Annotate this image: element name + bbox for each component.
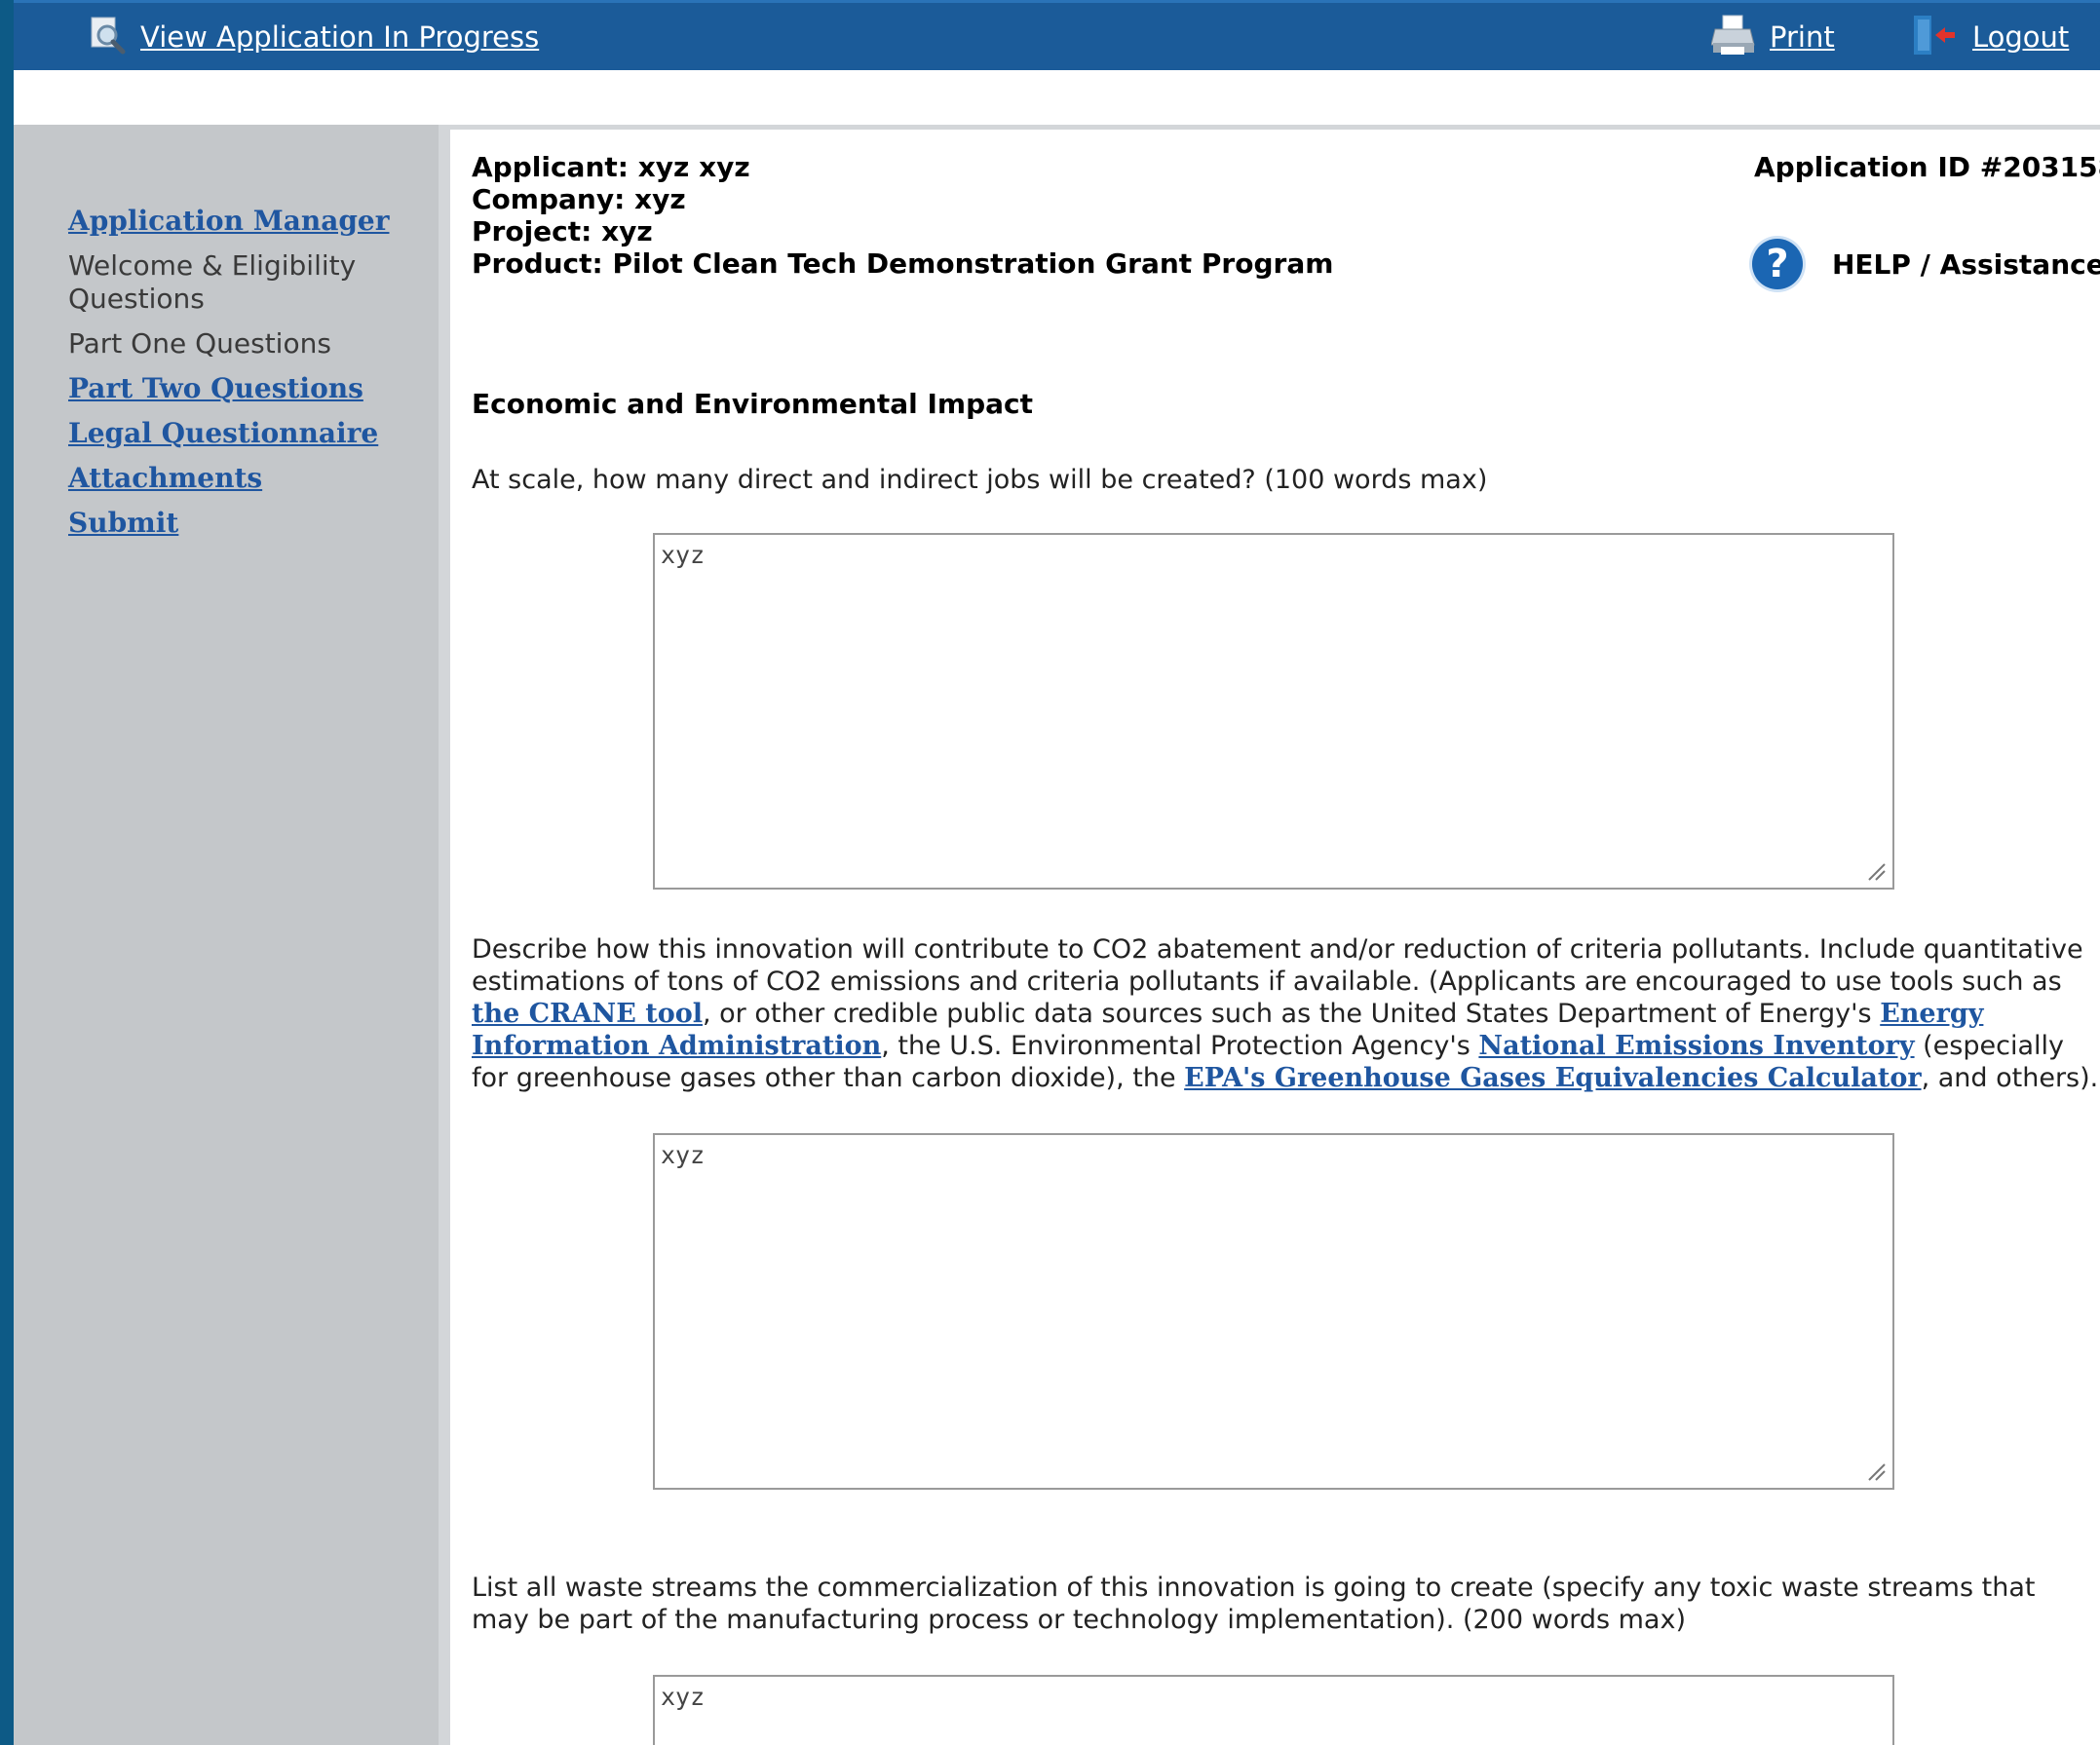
sidebar-item-label[interactable]: Submit — [68, 507, 178, 539]
question-jobs: At scale, how many direct and indirect j… — [472, 465, 1488, 495]
application-meta: Applicant: xyz xyz Company: xyz Project:… — [472, 151, 1333, 280]
top-toolbar: View Application In Progress Print Logou… — [14, 0, 2100, 70]
sidebar: Application Manager Welcome & Eligibility… — [14, 125, 450, 1745]
sidebar-item-part-two-questions[interactable]: Part Two Questions — [68, 372, 419, 405]
help-label: HELP / Assistance — [1832, 247, 2100, 281]
question-co2: Describe how this innovation will contri… — [472, 933, 2099, 1094]
resize-grip-icon[interactable] — [1863, 1459, 1887, 1482]
product-label: Product: Pilot Clean Tech Demonstration … — [472, 247, 1334, 280]
sidebar-item-legal-questionnaire[interactable]: Legal Questionnaire — [68, 417, 419, 450]
view-application-link[interactable]: View Application In Progress — [140, 20, 539, 54]
company-label: Company: xyz — [472, 183, 686, 215]
answer-waste-textarea[interactable]: xyz — [653, 1675, 1894, 1745]
printer-icon — [1710, 14, 1756, 60]
answer-co2-textarea[interactable]: xyz — [653, 1133, 1894, 1490]
logout-item[interactable]: Logout — [1912, 14, 2069, 60]
epa-ghg-calculator-link[interactable]: EPA's Greenhouse Gases Equivalencies Cal… — [1184, 1063, 1921, 1093]
page: View Application In Progress Print Logou… — [14, 0, 2100, 1745]
sidebar-item-label: Part One Questions — [68, 327, 331, 360]
sidebar-item-label[interactable]: Legal Questionnaire — [68, 417, 378, 449]
view-application-item[interactable]: View Application In Progress — [88, 17, 539, 57]
sidebar-item-part-one-questions: Part One Questions — [68, 327, 419, 360]
logout-link[interactable]: Logout — [1972, 20, 2069, 54]
answer-waste-value: xyz — [661, 1683, 706, 1711]
question-co2-text-1: Describe how this innovation will contri… — [472, 934, 2083, 997]
question-waste: List all waste streams the commercializa… — [472, 1573, 2036, 1635]
answer-jobs-value: xyz — [661, 541, 706, 569]
sidebar-item-label[interactable]: Application Manager — [68, 205, 389, 237]
application-id: Application ID #203158 — [1754, 151, 2100, 183]
print-item[interactable]: Print — [1710, 14, 1835, 60]
crane-tool-link[interactable]: the CRANE tool — [472, 999, 703, 1029]
section-title: Economic and Environmental Impact — [472, 388, 1033, 420]
sidebar-item-label: Welcome & Eligibility Questions — [68, 249, 357, 315]
sidebar-item-attachments[interactable]: Attachments — [68, 462, 419, 495]
logout-arrow-icon — [1912, 14, 1959, 60]
magnifier-document-icon — [88, 16, 127, 58]
sidebar-item-label[interactable]: Attachments — [68, 462, 262, 494]
answer-jobs-textarea[interactable]: xyz — [653, 533, 1894, 890]
sidebar-nav: Application Manager Welcome & Eligibility… — [68, 205, 419, 551]
print-link[interactable]: Print — [1770, 20, 1835, 54]
question-co2-text-3: , the U.S. Environmental Protection Agen… — [881, 1031, 1479, 1061]
question-co2-text-5: , and others). — [1921, 1063, 2099, 1093]
question-mark-icon[interactable]: ? — [1752, 239, 1803, 289]
main-content: Applicant: xyz xyz Company: xyz Project:… — [450, 125, 2100, 1745]
applicant-label: Applicant: xyz xyz — [472, 151, 750, 183]
sidebar-item-label[interactable]: Part Two Questions — [68, 372, 363, 404]
resize-grip-icon[interactable] — [1863, 858, 1887, 882]
sidebar-item-submit[interactable]: Submit — [68, 507, 419, 540]
sidebar-item-application-manager[interactable]: Application Manager — [68, 205, 419, 238]
national-emissions-inventory-link[interactable]: National Emissions Inventory — [1478, 1031, 1914, 1061]
sidebar-item-welcome-eligibility-questions: Welcome & Eligibility Questions — [68, 249, 419, 316]
project-label: Project: xyz — [472, 215, 653, 247]
question-co2-text-2: , or other credible public data sources … — [702, 999, 1881, 1029]
help-assistance[interactable]: ? HELP / Assistance — [1752, 239, 2100, 289]
answer-co2-value: xyz — [661, 1141, 706, 1169]
